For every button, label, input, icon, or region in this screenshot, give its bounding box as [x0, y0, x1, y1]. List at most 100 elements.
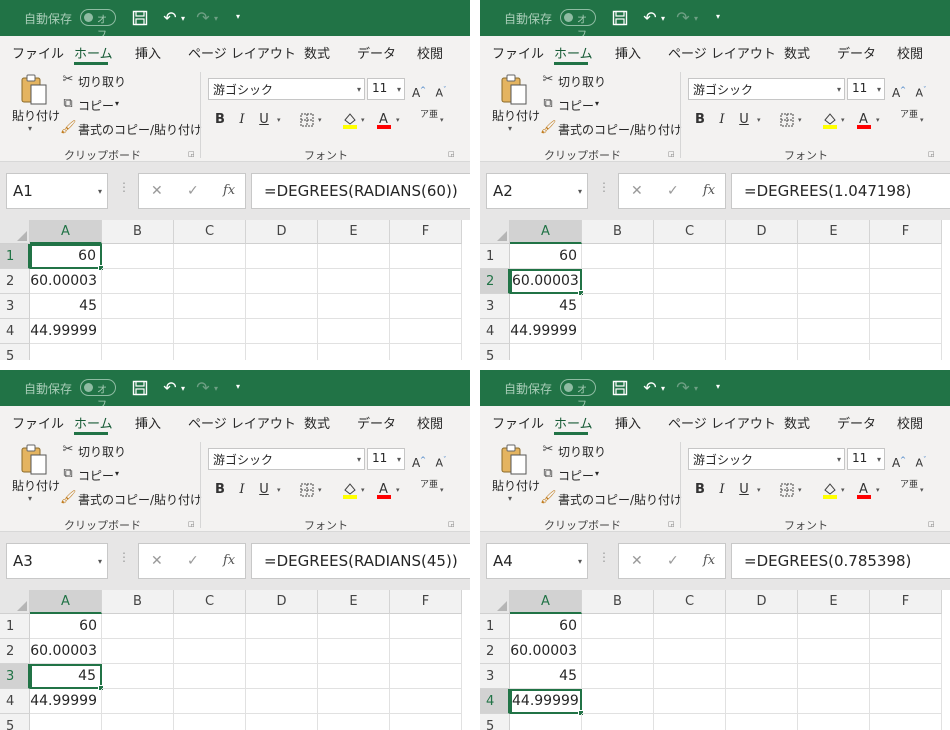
redo-dropdown-icon[interactable]: ▾	[214, 15, 222, 23]
cell-e4[interactable]	[318, 689, 390, 714]
font-launcher-icon[interactable]: ◲	[448, 150, 456, 158]
shrink-font-icon[interactable]: Aˇ	[912, 80, 930, 100]
undo-icon[interactable]: ↶	[640, 8, 660, 28]
cell-d4[interactable]	[246, 689, 318, 714]
cell-e3[interactable]	[798, 664, 870, 689]
tab-review[interactable]: 校閲	[417, 413, 443, 432]
cell-d2[interactable]	[246, 269, 318, 294]
copy-button[interactable]: コピー	[558, 467, 594, 484]
cell-a3[interactable]: 45	[510, 664, 582, 689]
grow-font-icon[interactable]: A^	[890, 450, 908, 470]
cell-f2[interactable]	[870, 639, 942, 664]
column-header-f[interactable]: F	[870, 220, 942, 244]
cell-a5[interactable]	[30, 714, 102, 730]
cell-c4[interactable]	[174, 689, 246, 714]
tab-page-layout[interactable]: ページ レイアウト	[668, 413, 776, 432]
cell-e1[interactable]	[798, 614, 870, 639]
borders-icon[interactable]	[778, 480, 796, 500]
cell-e4[interactable]	[318, 319, 390, 344]
cell-e1[interactable]	[318, 614, 390, 639]
redo-dropdown-icon[interactable]: ▾	[214, 385, 222, 393]
cell-c4[interactable]	[654, 689, 726, 714]
row-header-3[interactable]: 3	[0, 294, 30, 319]
undo-dropdown-icon[interactable]: ▾	[181, 385, 189, 393]
column-header-b[interactable]: B	[582, 220, 654, 244]
cell-f3[interactable]	[870, 664, 942, 689]
cell-b4[interactable]	[582, 319, 654, 344]
cell-a2[interactable]: 60.00003	[510, 269, 582, 294]
copy-icon[interactable]: ⧉	[60, 466, 76, 482]
formula-bar-grip[interactable]: ⋮	[118, 180, 130, 194]
paste-icon[interactable]	[20, 444, 48, 476]
cell-b2[interactable]	[582, 639, 654, 664]
undo-dropdown-icon[interactable]: ▾	[181, 15, 189, 23]
redo-icon[interactable]: ↷	[673, 378, 693, 398]
tab-insert[interactable]: 挿入	[615, 43, 641, 62]
tab-page-layout[interactable]: ページ レイアウト	[188, 413, 296, 432]
cell-b4[interactable]	[582, 689, 654, 714]
name-box[interactable]: A4 ▾	[486, 543, 588, 579]
cell-f5[interactable]	[390, 344, 462, 360]
cell-a3[interactable]: 45	[510, 294, 582, 319]
clipboard-launcher-icon[interactable]: ◲	[668, 150, 676, 158]
cell-d5[interactable]	[246, 714, 318, 730]
cell-c1[interactable]	[654, 614, 726, 639]
cell-e4[interactable]	[798, 689, 870, 714]
tab-home[interactable]: ホーム	[554, 43, 593, 62]
name-box[interactable]: A1 ▾	[6, 173, 108, 209]
format-painter-icon[interactable]: 🖌	[540, 490, 557, 506]
copy-button[interactable]: コピー	[78, 467, 114, 484]
formula-input[interactable]: =DEGREES(1.047198)	[731, 173, 950, 209]
scissors-icon[interactable]: ✂	[540, 72, 556, 88]
clipboard-launcher-icon[interactable]: ◲	[188, 150, 196, 158]
tab-formulas[interactable]: 数式	[304, 413, 330, 432]
font-launcher-icon[interactable]: ◲	[928, 520, 936, 528]
cell-d5[interactable]	[726, 714, 798, 730]
font-launcher-icon[interactable]: ◲	[448, 520, 456, 528]
undo-dropdown-icon[interactable]: ▾	[661, 15, 669, 23]
name-box[interactable]: A2 ▾	[486, 173, 588, 209]
cell-e4[interactable]	[798, 319, 870, 344]
column-header-d[interactable]: D	[726, 590, 798, 614]
cell-c2[interactable]	[174, 269, 246, 294]
shrink-font-icon[interactable]: Aˇ	[912, 450, 930, 470]
cell-d3[interactable]	[726, 664, 798, 689]
tab-data[interactable]: データ	[837, 413, 876, 432]
formula-bar-grip[interactable]: ⋮	[598, 550, 610, 564]
undo-icon[interactable]: ↶	[160, 8, 180, 28]
cell-e3[interactable]	[798, 294, 870, 319]
cell-a1[interactable]: 60	[30, 614, 102, 639]
row-header-2[interactable]: 2	[0, 639, 30, 664]
cell-e2[interactable]	[798, 639, 870, 664]
fill-color-icon[interactable]	[341, 110, 359, 130]
tab-review[interactable]: 校閲	[897, 413, 923, 432]
cell-f1[interactable]	[870, 614, 942, 639]
cancel-icon[interactable]: ✕	[631, 553, 643, 569]
undo-dropdown-icon[interactable]: ▾	[661, 385, 669, 393]
font-name-select[interactable]: 游ゴシック ▾	[688, 78, 845, 100]
fill-color-dropdown-icon[interactable]: ▾	[361, 486, 365, 494]
cell-c2[interactable]	[654, 269, 726, 294]
cell-d1[interactable]	[726, 614, 798, 639]
formula-bar-grip[interactable]: ⋮	[598, 180, 610, 194]
font-name-select[interactable]: 游ゴシック ▾	[208, 78, 365, 100]
cell-a1[interactable]: 60	[510, 614, 582, 639]
cell-e5[interactable]	[318, 344, 390, 360]
cell-a5[interactable]	[30, 344, 102, 360]
cell-f1[interactable]	[390, 244, 462, 269]
copy-dropdown-icon[interactable]: ▾	[595, 469, 599, 478]
tab-review[interactable]: 校閲	[897, 43, 923, 62]
cell-b3[interactable]	[582, 294, 654, 319]
scissors-icon[interactable]: ✂	[60, 442, 76, 458]
row-header-5[interactable]: 5	[0, 714, 30, 730]
insert-function-icon[interactable]: fx	[223, 183, 235, 198]
cancel-icon[interactable]: ✕	[151, 553, 163, 569]
cut-button[interactable]: 切り取り	[558, 443, 606, 460]
row-header-1[interactable]: 1	[0, 244, 30, 269]
tab-page-layout[interactable]: ページ レイアウト	[668, 43, 776, 62]
row-header-2[interactable]: 2	[0, 269, 30, 294]
paste-button[interactable]: 貼り付け	[492, 107, 540, 124]
cell-b5[interactable]	[582, 714, 654, 730]
phonetic-guide-button[interactable]: ア亜	[420, 110, 438, 130]
column-header-d[interactable]: D	[246, 590, 318, 614]
